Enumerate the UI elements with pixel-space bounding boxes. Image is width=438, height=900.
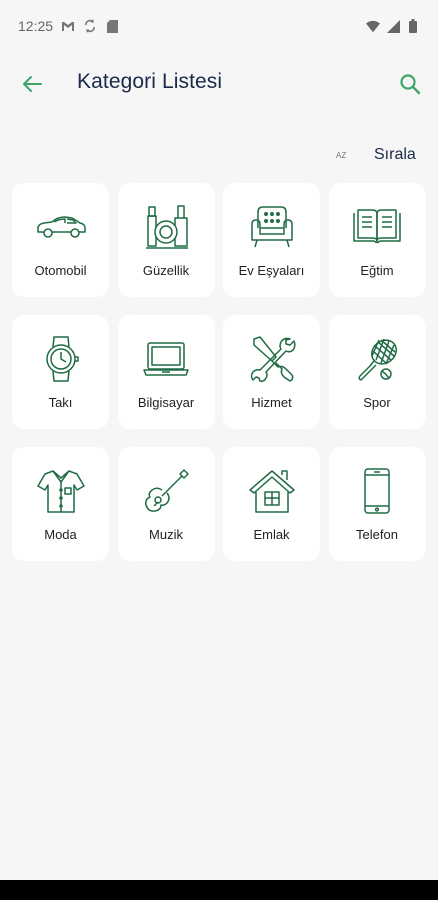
category-label: Moda <box>44 527 77 542</box>
guitar-icon <box>140 467 192 515</box>
category-label: Telefon <box>356 527 398 542</box>
category-label: Takı <box>48 395 73 410</box>
car-icon <box>35 203 87 251</box>
signal-icon <box>386 19 400 33</box>
category-card-bilgisayar[interactable]: Bilgisayar <box>117 315 215 429</box>
sort-row: AZ Sırala <box>0 140 438 172</box>
tools-icon <box>246 335 298 383</box>
category-card-hizmet[interactable]: Hizmet <box>223 315 320 429</box>
category-card-guzellik[interactable]: Güzellik <box>117 183 215 297</box>
status-right <box>366 19 420 33</box>
category-grid: Otomobil Güzellik Ev Eşyaları Eğtim Takı… <box>12 183 426 561</box>
sofa-icon <box>246 203 298 251</box>
category-label: Otomobil <box>34 263 87 278</box>
sync-icon <box>83 19 97 33</box>
system-nav-bar <box>0 880 438 900</box>
category-card-egtim[interactable]: Eğtim <box>328 183 426 297</box>
search-button[interactable] <box>396 70 424 98</box>
sort-button[interactable]: Sırala <box>374 146 416 164</box>
status-bar: 12:25 <box>0 0 438 52</box>
battery-icon <box>406 19 420 33</box>
book-icon <box>351 203 403 251</box>
phone-icon <box>351 467 403 515</box>
tennis-icon <box>351 335 403 383</box>
category-card-muzik[interactable]: Muzik <box>117 447 215 561</box>
category-card-moda[interactable]: Moda <box>12 447 109 561</box>
category-label: Eğtim <box>360 263 394 278</box>
status-left: 12:25 <box>18 18 119 34</box>
search-icon <box>400 74 421 95</box>
gmail-icon <box>61 19 75 33</box>
page-title: Kategori Listesi <box>77 70 223 93</box>
category-card-otomobil[interactable]: Otomobil <box>12 183 109 297</box>
laptop-icon <box>140 335 192 383</box>
category-card-spor[interactable]: Spor <box>328 315 426 429</box>
watch-icon <box>35 335 87 383</box>
category-label: Bilgisayar <box>137 395 195 410</box>
house-icon <box>246 467 298 515</box>
category-card-taki[interactable]: Takı <box>12 315 109 429</box>
wifi-icon <box>366 19 380 33</box>
sort-az-icon[interactable]: AZ <box>336 151 346 160</box>
app-bar: Kategori Listesi <box>0 56 438 112</box>
category-label: Emlak <box>253 527 290 542</box>
arrow-left-icon <box>23 76 42 92</box>
category-card-ev-esyalari[interactable]: Ev Eşyaları <box>223 183 320 297</box>
category-card-telefon[interactable]: Telefon <box>328 447 426 561</box>
category-label: Ev Eşyaları <box>238 263 305 278</box>
status-time: 12:25 <box>18 18 54 34</box>
beauty-icon <box>140 203 192 251</box>
category-label: Spor <box>363 395 391 410</box>
category-label: Hizmet <box>251 395 292 410</box>
category-label: Güzellik <box>142 263 190 278</box>
sd-card-icon <box>105 19 119 33</box>
shirt-icon <box>35 467 87 515</box>
back-button[interactable] <box>18 70 46 98</box>
category-card-emlak[interactable]: Emlak <box>223 447 320 561</box>
category-label: Muzik <box>149 527 183 542</box>
